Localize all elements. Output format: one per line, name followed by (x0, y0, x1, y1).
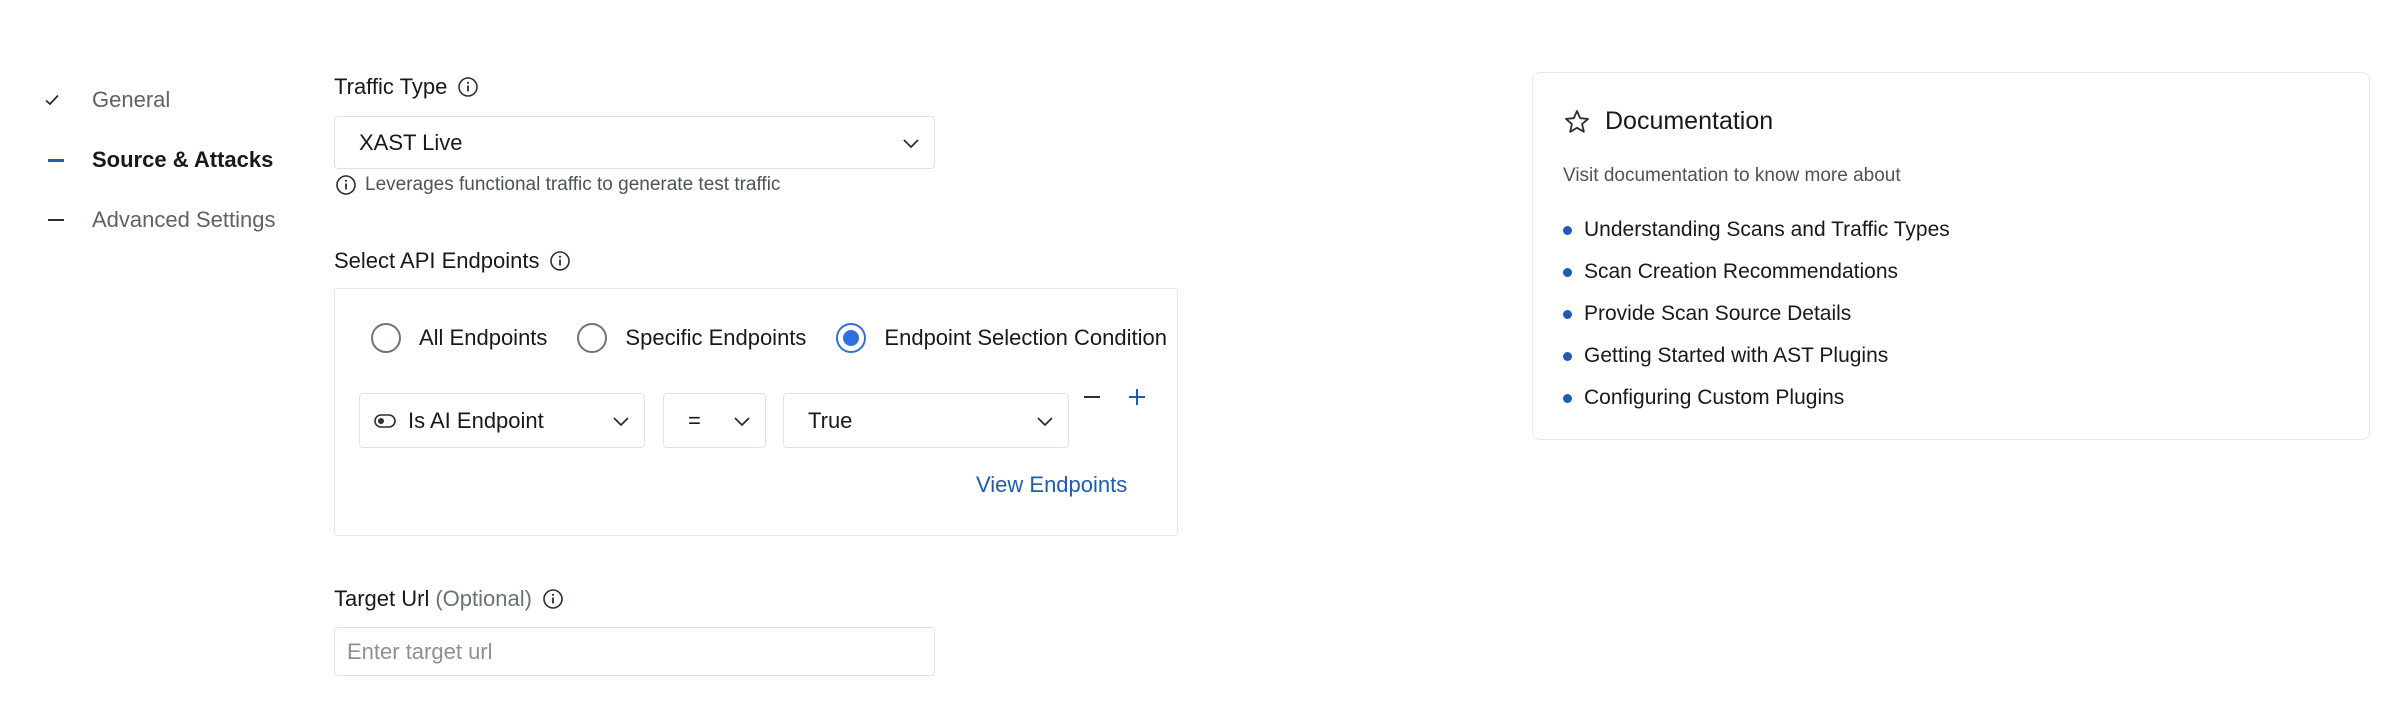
bullet (1563, 225, 1572, 235)
check-icon (44, 92, 92, 108)
condition-value-text: True (808, 407, 853, 433)
chevron-down-icon (613, 416, 629, 426)
doc-link[interactable]: Understanding Scans and Traffic Types (1563, 209, 1950, 251)
target-url-input[interactable] (334, 627, 935, 676)
pending-step-indicator (44, 219, 92, 221)
doc-link-text: Scan Creation Recommendations (1584, 260, 1898, 283)
radio-circle (371, 323, 401, 353)
documentation-subtitle: Visit documentation to know more about (1563, 165, 1901, 186)
current-step-indicator (44, 158, 92, 162)
doc-link[interactable]: Provide Scan Source Details (1563, 293, 1950, 335)
radio-label: All Endpoints (419, 325, 548, 350)
star-icon (1563, 108, 1591, 136)
doc-link-text: Provide Scan Source Details (1584, 302, 1852, 325)
radio-all-endpoints[interactable]: All Endpoints (371, 323, 547, 353)
radio-label: Endpoint Selection Condition (884, 325, 1167, 350)
doc-link[interactable]: Configuring Custom Plugins (1563, 377, 1950, 419)
traffic-type-select[interactable]: XAST Live (334, 116, 935, 169)
steps-sidebar: General Source & Attacks Advanced Settin… (44, 70, 275, 250)
bullet (1563, 267, 1572, 277)
documentation-links: Understanding Scans and Traffic Types Sc… (1563, 209, 1950, 419)
radio-circle (836, 323, 867, 353)
condition-field-value: Is AI Endpoint (408, 407, 544, 433)
plus-icon (1129, 389, 1145, 405)
view-endpoints-link[interactable]: View Endpoints (976, 472, 1127, 498)
info-icon (335, 174, 357, 196)
step-label: Source & Attacks (92, 147, 274, 172)
remove-condition-button[interactable] (1080, 385, 1104, 409)
condition-operator-value: = (688, 407, 701, 433)
radio-endpoint-selection-condition[interactable]: Endpoint Selection Condition (836, 323, 1167, 353)
traffic-type-label: Traffic Type (334, 74, 479, 100)
step-label: Advanced Settings (92, 207, 276, 232)
endpoint-selection-panel: All Endpoints Specific Endpoints Endpoin… (334, 288, 1178, 536)
info-icon[interactable] (457, 76, 479, 98)
api-endpoints-label: Select API Endpoints (334, 248, 571, 274)
toggle-icon (374, 413, 396, 428)
traffic-type-hint: Leverages functional traffic to generate… (335, 174, 780, 196)
endpoint-mode-radio-group: All Endpoints Specific Endpoints Endpoin… (371, 323, 1167, 353)
info-icon[interactable] (549, 250, 571, 272)
doc-link[interactable]: Scan Creation Recommendations (1563, 251, 1950, 293)
step-general[interactable]: General (44, 70, 275, 130)
target-url-label-text: Target Url (334, 586, 430, 611)
documentation-header: Documentation (1563, 107, 1773, 136)
traffic-type-value: XAST Live (359, 129, 463, 155)
step-label: General (92, 87, 171, 112)
documentation-title: Documentation (1605, 107, 1774, 135)
radio-specific-endpoints[interactable]: Specific Endpoints (577, 323, 806, 353)
add-condition-button[interactable] (1125, 385, 1149, 409)
doc-link[interactable]: Getting Started with AST Plugins (1563, 335, 1950, 377)
chevron-down-icon (903, 138, 919, 148)
info-icon[interactable] (542, 588, 564, 610)
condition-value-select[interactable]: True (783, 393, 1069, 448)
api-endpoints-label-text: Select API Endpoints (334, 248, 540, 273)
optional-tag: (Optional) (435, 586, 532, 611)
traffic-type-label-text: Traffic Type (334, 74, 448, 99)
chevron-down-icon (734, 416, 750, 426)
doc-link-text: Getting Started with AST Plugins (1584, 344, 1889, 367)
condition-field-select[interactable]: Is AI Endpoint (359, 393, 645, 448)
radio-label: Specific Endpoints (625, 325, 807, 350)
minus-icon (1084, 396, 1100, 398)
chevron-down-icon (1037, 416, 1053, 426)
bullet (1563, 393, 1572, 403)
bullet (1563, 309, 1572, 319)
bullet (1563, 351, 1572, 361)
radio-circle (577, 323, 608, 353)
documentation-card: Documentation Visit documentation to kno… (1532, 72, 2370, 440)
doc-link-text: Configuring Custom Plugins (1584, 386, 1845, 409)
condition-operator-select[interactable]: = (663, 393, 766, 448)
step-advanced-settings[interactable]: Advanced Settings (44, 190, 275, 250)
target-url-label: Target Url (Optional) (334, 586, 564, 612)
step-source-attacks[interactable]: Source & Attacks (44, 130, 275, 190)
traffic-type-hint-text: Leverages functional traffic to generate… (365, 174, 781, 195)
doc-link-text: Understanding Scans and Traffic Types (1584, 218, 1950, 241)
